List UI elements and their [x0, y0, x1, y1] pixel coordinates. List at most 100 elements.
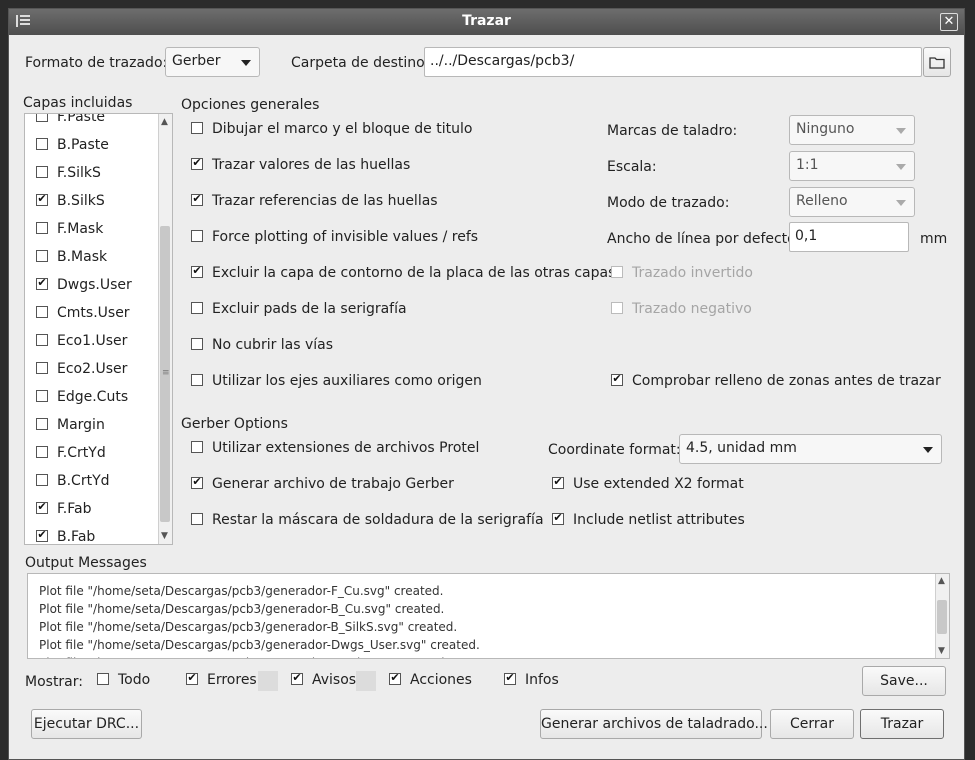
scroll-down-icon[interactable]: ▼ — [938, 646, 945, 656]
layer-item[interactable]: Edge.Cuts — [36, 389, 128, 405]
layers-list[interactable]: F.Paste B.Paste F.SilkS B.SilkS F.Mask B.Mask… — [24, 113, 173, 545]
filter-actions-checkbox[interactable]: Acciones — [389, 672, 472, 688]
scroll-up-icon[interactable]: ▲ — [938, 576, 945, 586]
filter-errors-label: Errores — [207, 672, 257, 688]
coordinate-format-select[interactable]: 4.5, unidad mm — [679, 434, 942, 464]
checkbox-box — [191, 302, 203, 314]
checkbox-box — [36, 446, 48, 458]
inverted-plot-checkbox[interactable]: Trazado invertido — [611, 265, 753, 281]
netlist-attributes-checkbox[interactable]: Include netlist attributes — [552, 512, 745, 528]
layer-item[interactable]: B.Mask — [36, 249, 107, 265]
layer-item[interactable]: Eco1.User — [36, 333, 127, 349]
message-line: Plot file "/home/seta/Descargas/pcb3/gen… — [39, 602, 445, 616]
general-option-checkbox[interactable]: Utilizar los ejes auxiliares como origen — [191, 373, 482, 389]
negative-plot-checkbox[interactable]: Trazado negativo — [611, 301, 752, 317]
messages-scrollbar[interactable]: ▲ ▼ — [935, 574, 949, 658]
drill-marks-select[interactable]: Ninguno — [789, 115, 915, 145]
general-option-checkbox[interactable]: Excluir la capa de contorno de la placa … — [191, 265, 615, 281]
plot-mode-select[interactable]: Relleno — [789, 187, 915, 217]
filter-errors-checkbox[interactable]: Errores — [186, 672, 257, 688]
gerber-option-label: Generar archivo de trabajo Gerber — [212, 476, 454, 492]
layer-item[interactable]: Cmts.User — [36, 305, 130, 321]
run-drc-button[interactable]: Ejecutar DRC... — [31, 709, 142, 739]
layer-item[interactable]: F.Mask — [36, 221, 103, 237]
filter-infos-checkbox[interactable]: Infos — [504, 672, 559, 688]
drill-marks-value: Ninguno — [796, 121, 855, 137]
layer-item[interactable]: Eco2.User — [36, 361, 127, 377]
filter-actions-label: Acciones — [410, 672, 472, 688]
layer-item[interactable]: Margin — [36, 417, 105, 433]
chevron-down-icon — [896, 200, 906, 206]
plot-button[interactable]: Trazar — [860, 709, 944, 739]
close-button[interactable]: Cerrar — [770, 709, 854, 739]
layer-item[interactable]: B.Fab — [36, 529, 95, 544]
message-line: Plot file "/home/seta/Descargas/pcb3/gen… — [39, 620, 458, 634]
layer-label: B.SilkS — [57, 193, 105, 209]
general-option-checkbox[interactable]: Force plotting of invisible values / ref… — [191, 229, 478, 245]
checkbox-box — [36, 114, 48, 122]
x2-format-checkbox[interactable]: Use extended X2 format — [552, 476, 744, 492]
gerber-option-checkbox[interactable]: Generar archivo de trabajo Gerber — [191, 476, 454, 492]
layer-label: F.Fab — [57, 501, 92, 517]
general-option-checkbox[interactable]: Dibujar el marco y el bloque de titulo — [191, 121, 472, 137]
checkbox-box — [36, 502, 48, 514]
layer-item[interactable]: B.CrtYd — [36, 473, 110, 489]
gerber-option-checkbox[interactable]: Utilizar extensiones de archivos Protel — [191, 440, 479, 456]
output-messages-box[interactable]: ▲ ▼ Plot file "/home/seta/Descargas/pcb3… — [27, 573, 950, 659]
scroll-down-icon[interactable]: ▼ — [161, 531, 168, 541]
checkbox-box — [291, 673, 303, 685]
layer-label: F.CrtYd — [57, 445, 106, 461]
checkbox-box — [36, 250, 48, 262]
general-option-label: Trazar valores de las huellas — [212, 157, 411, 173]
checkbox-box — [191, 441, 203, 453]
checkbox-box — [36, 194, 48, 206]
general-option-label: Excluir la capa de contorno de la placa … — [212, 265, 616, 281]
scroll-up-icon[interactable]: ▲ — [161, 117, 168, 127]
layer-item[interactable]: F.SilkS — [36, 165, 101, 181]
filter-warnings-checkbox[interactable]: Avisos — [291, 672, 356, 688]
checkbox-box — [36, 166, 48, 178]
scroll-thumb[interactable] — [937, 600, 947, 634]
layer-item[interactable]: F.Fab — [36, 501, 92, 517]
layer-item[interactable]: F.Paste — [36, 114, 105, 125]
filter-warnings-label: Avisos — [312, 672, 357, 688]
checkbox-box — [504, 673, 516, 685]
layer-item[interactable]: F.CrtYd — [36, 445, 106, 461]
plot-dialog: Trazar ✕ Formato de trazado: Gerber Carp… — [8, 8, 965, 760]
gerber-options-title: Gerber Options — [181, 416, 288, 432]
general-option-checkbox[interactable]: No cubrir las vías — [191, 337, 333, 353]
folder-input[interactable]: ../../Descargas/pcb3/ — [424, 47, 922, 77]
save-messages-button[interactable]: Save... — [862, 666, 946, 696]
layer-label: F.SilkS — [57, 165, 101, 181]
layer-item[interactable]: B.Paste — [36, 137, 109, 153]
layer-label: Dwgs.User — [57, 277, 132, 293]
window-title: Trazar — [462, 13, 511, 29]
general-option-label: Dibujar el marco y el bloque de titulo — [212, 121, 473, 137]
drill-marks-label: Marcas de taladro: — [607, 123, 738, 139]
zone-fill-check-checkbox[interactable]: Comprobar relleno de zonas antes de traz… — [611, 373, 941, 389]
generate-drill-files-button[interactable]: Generar archivos de taladrado... — [540, 709, 768, 739]
close-icon[interactable]: ✕ — [940, 13, 958, 31]
browse-folder-button[interactable] — [923, 47, 951, 77]
line-width-unit: mm — [920, 231, 948, 247]
filter-all-checkbox[interactable]: Todo — [97, 672, 150, 688]
line-width-input[interactable]: 0,1 — [789, 222, 909, 252]
checkbox-box — [191, 194, 203, 206]
line-width-label: Ancho de línea por defecto: — [607, 231, 801, 247]
layers-title: Capas incluidas — [23, 95, 133, 111]
x2-format-label: Use extended X2 format — [573, 476, 744, 492]
layer-item[interactable]: Dwgs.User — [36, 277, 132, 293]
general-option-checkbox[interactable]: Trazar referencias de las huellas — [191, 193, 438, 209]
filter-infos-label: Infos — [525, 672, 559, 688]
scale-value: 1:1 — [796, 157, 819, 173]
format-select[interactable]: Gerber — [165, 47, 260, 77]
layer-item[interactable]: B.SilkS — [36, 193, 105, 209]
general-option-checkbox[interactable]: Trazar valores de las huellas — [191, 157, 410, 173]
scale-select[interactable]: 1:1 — [789, 151, 915, 181]
gerber-option-checkbox[interactable]: Restar la máscara de soldadura de la ser… — [191, 512, 544, 528]
checkbox-box — [36, 530, 48, 542]
coordinate-format-label: Coordinate format: — [548, 442, 681, 458]
general-option-checkbox[interactable]: Excluir pads de la serigrafía — [191, 301, 407, 317]
chevron-down-icon — [241, 60, 251, 66]
layers-scrollbar[interactable]: ▲ ≡ ▼ — [158, 114, 172, 544]
